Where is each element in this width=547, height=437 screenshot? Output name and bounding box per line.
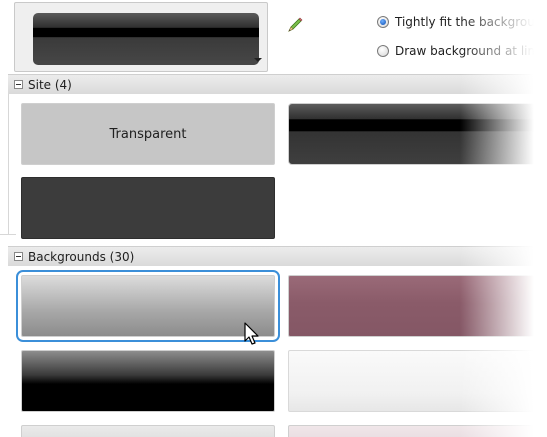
background-tile-partial[interactable]	[21, 425, 275, 437]
draw-at-limits-label: Draw background at limits	[395, 44, 547, 58]
tight-fit-option[interactable]: Tightly fit the background	[377, 14, 547, 30]
mouse-pointer-icon	[244, 322, 259, 345]
collapse-toggle-icon[interactable]	[14, 80, 23, 89]
background-picker-panel: Tightly fit the background Draw backgrou…	[0, 0, 547, 437]
tight-fit-label: Tightly fit the background	[395, 15, 547, 29]
divider	[0, 234, 16, 235]
pencil-icon[interactable]	[286, 16, 304, 34]
background-tile-partial[interactable]	[288, 425, 542, 437]
chevron-down-icon[interactable]	[254, 58, 262, 62]
collapse-toggle-icon[interactable]	[14, 252, 23, 261]
background-tile-transparent[interactable]: Transparent	[21, 103, 275, 165]
group-border	[8, 94, 9, 234]
background-tile-dark[interactable]	[21, 177, 275, 239]
draw-at-limits-option[interactable]: Draw background at limits	[377, 43, 547, 59]
group-label-backgrounds: Backgrounds (30)	[28, 249, 135, 264]
background-tile-mauve[interactable]	[288, 275, 542, 337]
background-tile-site-stripe[interactable]	[288, 103, 542, 165]
current-background-dropdown[interactable]	[14, 2, 268, 72]
background-tile-gray-gradient[interactable]	[16, 270, 280, 342]
group-header-backgrounds[interactable]: Backgrounds (30)	[8, 246, 547, 266]
draw-at-limits-radio[interactable]	[377, 45, 389, 57]
current-background-swatch	[33, 13, 259, 65]
background-tile-white-gradient[interactable]	[288, 350, 542, 412]
group-label-site: Site (4)	[28, 77, 72, 92]
group-header-site[interactable]: Site (4)	[8, 74, 547, 94]
background-tile-black-gradient[interactable]	[21, 350, 275, 412]
tight-fit-radio[interactable]	[377, 16, 389, 28]
tile-label: Transparent	[109, 126, 187, 142]
